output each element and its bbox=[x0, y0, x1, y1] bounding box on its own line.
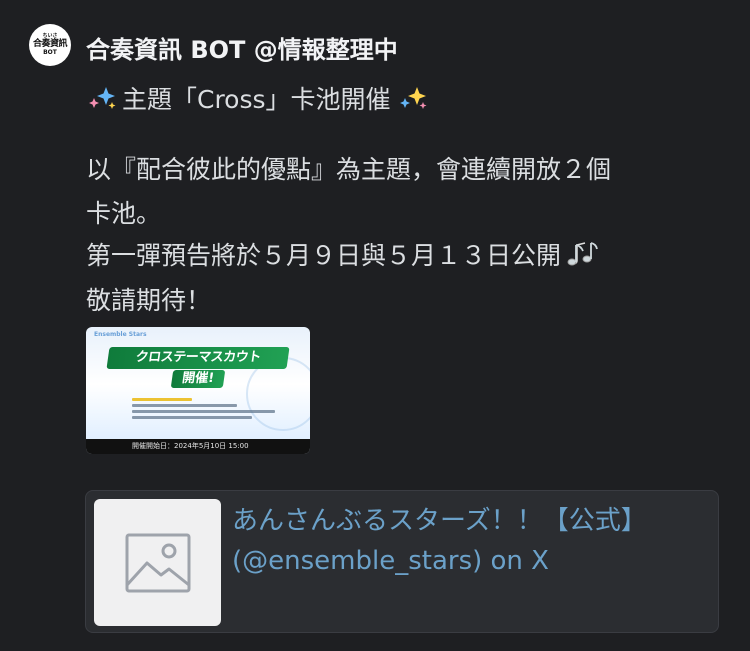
message-line-3: 第一彈預告將於５月９日與５月１３日公開 bbox=[86, 236, 599, 272]
avatar[interactable]: ちいさ 合奏資訊 BOT bbox=[29, 24, 71, 66]
attachment-body-text bbox=[132, 395, 282, 422]
attachment-corner-logo: Ensemble Stars bbox=[94, 331, 147, 338]
message-title-text: 主題「Cross」卡池開催 bbox=[122, 85, 391, 114]
avatar-text-bottom: BOT bbox=[43, 49, 57, 56]
username[interactable]: 合奏資訊 BOT @情報整理中 bbox=[86, 30, 398, 65]
attachment-image[interactable]: Ensemble Stars クロステーマスカウト 開催! 開催開始日：2024… bbox=[86, 327, 310, 454]
message-line-2: 卡池。 bbox=[86, 199, 162, 228]
embed-thumbnail[interactable] bbox=[94, 499, 221, 626]
sparkles-icon bbox=[397, 84, 429, 112]
avatar-text-main: 合奏資訊 bbox=[32, 39, 68, 49]
message-line-3-text: 第一彈預告將於５月９日與５月１３日公開 bbox=[86, 241, 562, 270]
musical-notes-icon bbox=[563, 239, 599, 269]
image-placeholder-icon bbox=[125, 533, 190, 592]
message-line-4: 敬請期待！ bbox=[86, 286, 212, 315]
sparkles-icon bbox=[86, 84, 118, 112]
message-title-line: 主題「Cross」卡池開催 bbox=[86, 80, 429, 116]
message-line-1: 以『配合彼此的優點』為主題，會連續開放２個 bbox=[86, 155, 612, 184]
attachment-date-bar: 開催開始日：2024年5月10日 15:00 bbox=[86, 439, 310, 454]
chat-message: ちいさ 合奏資訊 BOT 合奏資訊 BOT @情報整理中 主題「Cross」卡池… bbox=[0, 0, 750, 651]
link-embed-card[interactable]: あんさんぶるスターズ！！【公式】 (@ensemble_stars) on X bbox=[85, 490, 719, 633]
attachment-headline: クロステーマスカウト bbox=[106, 347, 290, 369]
embed-link-title[interactable]: あんさんぶるスターズ！！【公式】 (@ensemble_stars) on X bbox=[232, 501, 672, 581]
attachment-headline-2: 開催! bbox=[170, 370, 226, 388]
